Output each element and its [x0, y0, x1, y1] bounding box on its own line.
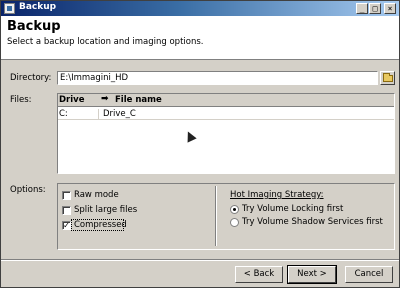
wizard-header: Backup Select a backup location and imag… — [1, 16, 399, 60]
options-label: Options: — [10, 185, 46, 195]
split-large-files-checkbox[interactable] — [62, 206, 71, 215]
next-button[interactable]: Next > — [287, 265, 337, 284]
files-header: Drive ➡ File name — [58, 94, 394, 107]
window-title: Backup — [19, 2, 57, 12]
volume-locking-label[interactable]: Try Volume Locking first — [242, 204, 343, 214]
compressed-label[interactable]: Compressed — [74, 220, 127, 230]
maximize-button[interactable]: □ — [369, 3, 381, 14]
folder-icon — [383, 73, 393, 82]
row-file-name: Drive_C — [103, 109, 136, 119]
window-controls: _ □ × — [356, 3, 396, 14]
files-label: Files: — [10, 95, 32, 105]
table-row[interactable]: C: Drive_C — [58, 108, 394, 120]
directory-input[interactable] — [58, 72, 377, 84]
browse-button[interactable] — [380, 71, 395, 85]
column-file-name[interactable]: File name — [115, 95, 162, 105]
hot-imaging-title: Hot Imaging Strategy: — [230, 190, 324, 200]
footer-separator — [1, 259, 399, 261]
directory-label: Directory: — [10, 73, 52, 83]
page-subtitle: Select a backup location and imaging opt… — [7, 37, 204, 47]
backup-window: Backup _ □ × Backup Select a backup loca… — [0, 0, 400, 288]
directory-field[interactable] — [57, 71, 378, 85]
volume-shadow-label[interactable]: Try Volume Shadow Services first — [242, 217, 383, 227]
volume-locking-radio[interactable] — [230, 205, 239, 214]
volume-shadow-radio[interactable] — [230, 218, 239, 227]
title-bar[interactable]: Backup _ □ × — [1, 1, 399, 16]
raw-mode-label[interactable]: Raw mode — [74, 190, 119, 200]
arrow-right-icon: ➡ — [101, 94, 109, 104]
cancel-button[interactable]: Cancel — [345, 266, 393, 283]
options-divider — [215, 186, 217, 246]
raw-mode-checkbox[interactable] — [62, 191, 71, 200]
page-title: Backup — [7, 19, 61, 34]
column-drive[interactable]: Drive — [59, 95, 84, 105]
close-button[interactable]: × — [384, 3, 396, 14]
compressed-checkbox[interactable]: ✓ — [62, 221, 71, 230]
split-large-files-label[interactable]: Split large files — [74, 205, 137, 215]
files-list[interactable]: Drive ➡ File name C: Drive_C — [57, 93, 395, 174]
row-drive: C: — [59, 109, 99, 120]
minimize-button[interactable]: _ — [356, 3, 368, 14]
app-icon — [4, 3, 15, 14]
back-button[interactable]: < Back — [235, 266, 283, 283]
